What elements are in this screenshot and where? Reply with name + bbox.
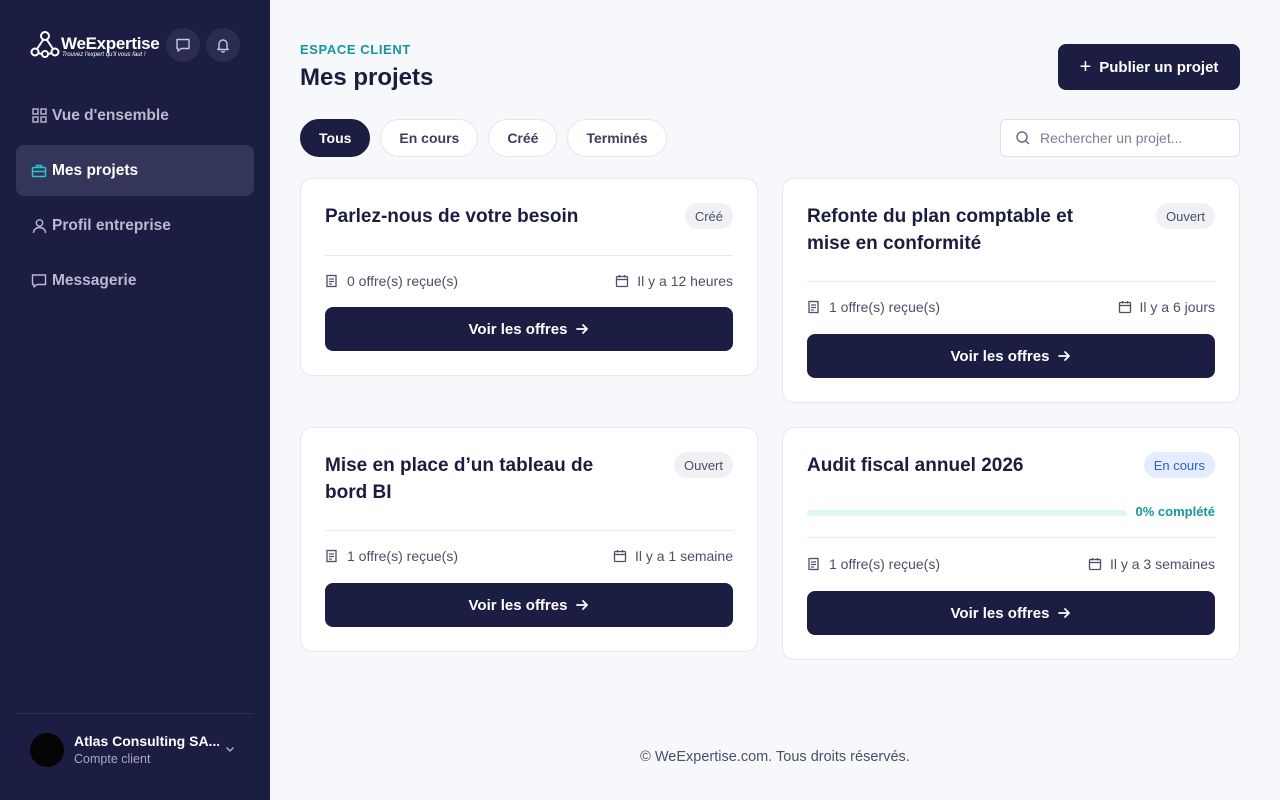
search-box[interactable] [1000, 119, 1240, 157]
sidebar-item-label: Messagerie [52, 271, 137, 289]
brand-logo[interactable]: WeExpertise Trouvez l'expert qu'il vous … [30, 30, 160, 62]
section-kicker: ESPACE CLIENT [300, 42, 411, 57]
project-card: Mise en place d’un tableau de bord BI Ou… [300, 427, 758, 652]
offers-count: 1 offre(s) reçue(s) [325, 548, 458, 564]
card-divider [325, 530, 733, 531]
arrow-right-icon [575, 322, 589, 336]
sidebar-item-label: Vue d'ensemble [52, 106, 169, 124]
project-date-label: Il y a 6 jours [1139, 299, 1215, 315]
arrow-right-icon [575, 598, 589, 612]
bell-icon [217, 39, 229, 53]
calendar-icon [613, 549, 627, 563]
sidebar-item-label: Profil entreprise [52, 216, 171, 234]
status-filter-tabs: Tous En cours Créé Terminés [300, 119, 677, 157]
project-date: Il y a 6 jours [1118, 299, 1215, 315]
card-divider [807, 537, 1215, 538]
project-date-label: Il y a 1 semaine [634, 548, 733, 564]
status-badge: Ouvert [673, 452, 733, 478]
view-offers-label: Voir les offres [950, 604, 1050, 622]
plus-icon: + [1079, 56, 1092, 78]
status-badge: Créé [684, 203, 733, 229]
avatar [30, 733, 64, 767]
search-input[interactable] [1040, 130, 1220, 146]
offers-count-label: 1 offre(s) reçue(s) [829, 299, 940, 315]
project-card: Parlez-nous de votre besoin Créé 0 offre… [300, 178, 758, 376]
project-card: Refonte du plan comptable et mise en con… [782, 178, 1240, 403]
card-divider [807, 281, 1215, 282]
grid-icon [31, 108, 47, 124]
project-date-label: Il y a 12 heures [637, 273, 733, 289]
offers-count: 1 offre(s) reçue(s) [807, 556, 940, 572]
project-date: Il y a 3 semaines [1088, 556, 1215, 572]
search-icon [1015, 130, 1031, 146]
document-icon [325, 274, 339, 288]
arrow-right-icon [1057, 349, 1071, 363]
briefcase-icon [31, 163, 47, 179]
offers-count-label: 1 offre(s) reçue(s) [829, 556, 940, 572]
offers-count: 0 offre(s) reçue(s) [325, 273, 458, 289]
progress-bar [807, 510, 1127, 516]
brand-tagline: Trouvez l'expert qu'il vous faut ! [62, 52, 146, 58]
notifications-button[interactable] [206, 28, 240, 62]
status-badge: En cours [1143, 452, 1215, 478]
view-offers-label: Voir les offres [950, 347, 1050, 365]
view-offers-button[interactable]: Voir les offres [325, 307, 733, 351]
sidebar-nav: Vue d'ensemble Mes projets Profil entrep… [16, 90, 254, 310]
view-offers-button[interactable]: Voir les offres [325, 583, 733, 627]
calendar-icon [1118, 300, 1132, 314]
publish-project-button[interactable]: + Publier un projet [1058, 44, 1240, 90]
page-title: Mes projets [300, 64, 434, 91]
document-icon [325, 549, 339, 563]
account-role: Compte client [74, 752, 151, 766]
chevron-down-icon [224, 742, 236, 760]
project-title: Audit fiscal annuel 2026 [807, 455, 1024, 476]
sidebar-item-company-profile[interactable]: Profil entreprise [16, 200, 254, 251]
view-offers-button[interactable]: Voir les offres [807, 334, 1215, 378]
project-date-label: Il y a 3 semaines [1109, 556, 1215, 572]
view-offers-label: Voir les offres [468, 320, 568, 338]
offers-count-label: 1 offre(s) reçue(s) [347, 548, 458, 564]
filter-in-progress[interactable]: En cours [380, 119, 479, 157]
status-badge: Ouvert [1155, 203, 1215, 229]
network-logo-icon [30, 31, 60, 58]
chat-icon [176, 38, 190, 52]
sidebar-item-overview[interactable]: Vue d'ensemble [16, 90, 254, 141]
filter-all[interactable]: Tous [300, 119, 371, 157]
sidebar-item-messaging[interactable]: Messagerie [16, 255, 254, 306]
sidebar: WeExpertise Trouvez l'expert qu'il vous … [0, 0, 270, 800]
arrow-right-icon [1057, 606, 1071, 620]
project-date: Il y a 1 semaine [613, 548, 733, 564]
brand-name: WeExpertise [61, 34, 160, 53]
offers-count: 1 offre(s) reçue(s) [807, 299, 940, 315]
chat-icon [31, 273, 47, 289]
footer-copyright: © WeExpertise.com. Tous droits réservés. [640, 749, 910, 765]
view-offers-button[interactable]: Voir les offres [807, 591, 1215, 635]
project-title: Refonte du plan comptable et mise en con… [807, 206, 1074, 254]
card-divider [325, 255, 733, 256]
project-title: Mise en place d’un tableau de bord BI [325, 455, 594, 503]
progress-label: 0% complété [1135, 504, 1215, 519]
document-icon [807, 300, 821, 314]
filter-completed[interactable]: Terminés [567, 119, 667, 157]
offers-count-label: 0 offre(s) reçue(s) [347, 273, 458, 289]
project-card: Audit fiscal annuel 2026 En cours 0% com… [782, 427, 1240, 660]
sidebar-item-projects[interactable]: Mes projets [16, 145, 254, 196]
calendar-icon [615, 274, 629, 288]
filter-created[interactable]: Créé [488, 119, 558, 157]
view-offers-label: Voir les offres [468, 596, 568, 614]
project-date: Il y a 12 heures [615, 273, 733, 289]
publish-project-label: Publier un projet [1099, 58, 1219, 76]
calendar-icon [1088, 557, 1102, 571]
sidebar-item-label: Mes projets [52, 161, 139, 179]
messages-button[interactable] [166, 28, 200, 62]
project-title: Parlez-nous de votre besoin [325, 206, 579, 227]
account-switcher[interactable]: Atlas Consulting SA... Compte client [16, 713, 254, 783]
document-icon [807, 557, 821, 571]
account-name: Atlas Consulting SA... [74, 733, 219, 749]
user-icon [31, 218, 47, 234]
